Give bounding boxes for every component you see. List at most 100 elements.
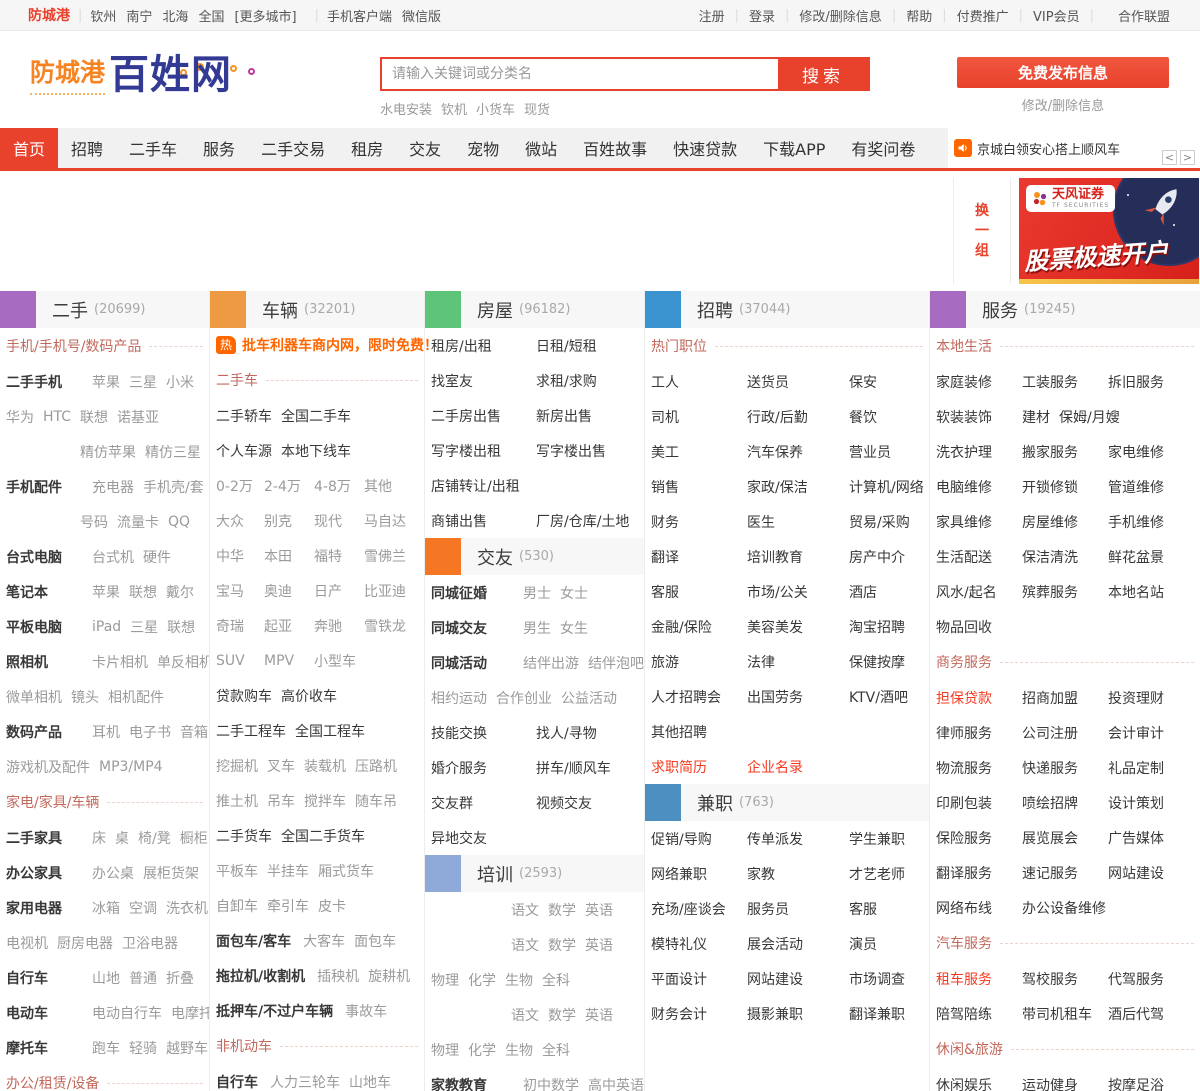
category-link[interactable]: 叉车 [267,756,295,776]
nav-item-招聘[interactable]: 招聘 [58,128,116,168]
category-link[interactable]: 设计策划 [1108,793,1164,813]
category-link[interactable]: 全科 [542,970,570,990]
category-link[interactable]: 三星 [129,372,157,392]
category-link[interactable]: 耳机 [92,722,120,742]
category-link[interactable]: 山地 [92,968,120,988]
category-link[interactable]: 家具维修 [936,512,1022,532]
category-link[interactable]: 二手手机 [6,372,80,392]
category-link[interactable]: 摄影兼职 [747,1004,849,1024]
category-link[interactable]: 联想 [129,582,157,602]
category-link[interactable]: 拆旧服务 [1108,372,1164,392]
category-link[interactable]: 技能交换 [431,723,536,743]
category-link[interactable]: 生物 [505,970,533,990]
category-link[interactable]: 面包车/客车 [216,931,291,951]
category-link[interactable]: 找室友 [431,371,536,391]
category-link[interactable]: 大众 [216,511,264,531]
change-group-button[interactable]: 换一组 [953,178,1011,284]
category-link[interactable]: 财务 [651,512,747,532]
category-link[interactable]: 行政/后勤 [747,407,849,427]
category-link[interactable]: 全国二手货车 [281,826,365,846]
category-link[interactable]: 洗衣护理 [936,442,1022,462]
category-link[interactable]: 生活配送 [936,547,1022,567]
category-link[interactable]: 床 [92,828,106,848]
nav-item-交友[interactable]: 交友 [396,128,454,168]
category-link[interactable]: 金融/保险 [651,617,747,637]
category-link[interactable]: 二手轿车 [216,406,272,426]
category-link[interactable]: 搅拌车 [304,791,346,811]
category-link[interactable]: 奇瑞 [216,616,264,636]
category-link[interactable]: 模特礼仪 [651,934,747,954]
category-link[interactable]: 苹果 [92,372,120,392]
category-link[interactable]: 培训教育 [747,547,849,567]
category-link[interactable]: 物理 [431,1040,459,1060]
category-link[interactable]: 数码产品 [6,722,80,742]
column-title[interactable]: 房屋 [477,297,513,323]
nav-item-快速贷款[interactable]: 快速贷款 [660,128,750,168]
category-link[interactable]: 电动自行车 [92,1003,162,1023]
ad-tianfeng-securities[interactable]: 天风证券 TF SECURITIES 股票极速开户 [1019,178,1199,284]
category-link[interactable]: 网站建设 [1108,863,1164,883]
column-title[interactable]: 培训 [477,861,513,887]
category-link[interactable]: 别克 [264,511,314,531]
category-link[interactable]: 新房出售 [536,406,592,426]
site-logo[interactable]: 防城港 百姓网 [30,53,255,95]
category-link[interactable]: 网络布线 [936,898,1022,918]
category-link[interactable]: 家政/保洁 [747,477,849,497]
category-link[interactable]: 医生 [747,512,849,532]
category-link[interactable]: 宝马 [216,581,264,601]
category-link[interactable]: 快递服务 [1022,758,1108,778]
publish-button[interactable]: 免费发布信息 [957,57,1169,88]
category-link[interactable]: 2-4万 [264,476,314,496]
category-link[interactable]: 才艺老师 [849,864,905,884]
announcement-prev-button[interactable]: < [1162,150,1177,165]
column-title[interactable]: 兼职 [697,790,733,816]
category-link[interactable]: 学生兼职 [849,829,905,849]
nav-item-宠物[interactable]: 宠物 [454,128,512,168]
category-link[interactable]: 投资理财 [1108,688,1164,708]
modify-delete-link[interactable]: 修改/删除信息 [957,95,1169,114]
category-link[interactable]: 保洁清洗 [1022,547,1108,567]
nav-item-服务[interactable]: 服务 [190,128,248,168]
category-link[interactable]: 平面设计 [651,969,747,989]
announcement-link[interactable]: 京城白领安心搭上顺风车 [977,139,1120,158]
category-link[interactable]: 精仿三星 [145,442,201,462]
category-link[interactable]: 流量卡 [117,512,159,532]
category-link[interactable]: 酒后代驾 [1108,1004,1164,1024]
category-link[interactable]: 本地下线车 [281,441,351,461]
category-link[interactable]: 中华 [216,546,264,566]
category-link[interactable]: 风水/起名 [936,582,1022,602]
category-link[interactable]: 厂房/仓库/土地 [536,511,629,531]
category-link[interactable]: 大客车 [303,931,345,951]
category-link[interactable]: 充电器 [92,477,134,497]
category-link[interactable]: 保姆/月嫂 [1059,407,1120,427]
category-link[interactable]: 翻译服务 [936,863,1022,883]
hot-word-link[interactable]: 钦机 [441,103,467,118]
category-link[interactable]: 翻译 [651,547,747,567]
category-link[interactable]: 厨房电器 [57,933,113,953]
category-link[interactable]: 男生 [523,618,551,638]
category-link[interactable]: 起亚 [264,616,314,636]
city-link[interactable]: 全国 [198,10,224,25]
search-input[interactable] [382,59,778,89]
category-link[interactable]: 二手家具 [6,828,80,848]
category-link[interactable]: 山地车 [349,1072,391,1091]
category-link[interactable]: 数学 [548,1005,576,1025]
category-link[interactable]: 小米 [166,372,194,392]
category-link[interactable]: KTV/酒吧 [849,687,908,707]
category-link[interactable]: 数学 [548,900,576,920]
category-link[interactable]: 雪铁龙 [364,616,406,636]
category-link[interactable]: 鲜花盆景 [1108,547,1164,567]
category-link[interactable]: 女生 [560,618,588,638]
category-link[interactable]: 保安 [849,372,877,392]
category-link[interactable]: 全国工程车 [295,721,365,741]
category-link[interactable]: 事故车 [345,1001,387,1021]
category-link[interactable]: 出国劳务 [747,687,849,707]
category-link[interactable]: 数学 [548,935,576,955]
category-link[interactable]: 律师服务 [936,723,1022,743]
category-link[interactable]: 网络兼职 [651,864,747,884]
category-link[interactable]: 公益活动 [561,688,617,708]
category-link[interactable]: 运动健身 [1022,1075,1108,1091]
category-link[interactable]: 印刷包装 [936,793,1022,813]
category-link[interactable]: 餐饮 [849,407,877,427]
category-link[interactable]: 跑车 [92,1038,120,1058]
